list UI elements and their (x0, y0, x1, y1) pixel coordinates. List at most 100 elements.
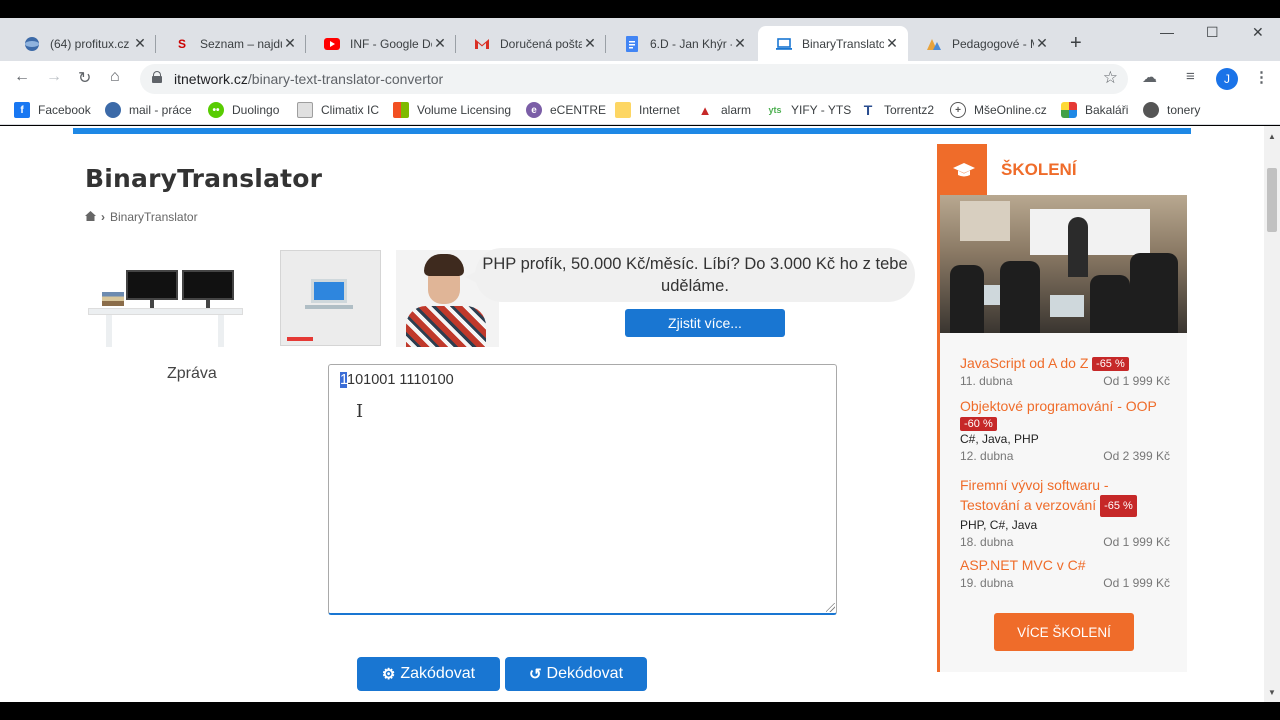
scroll-up-icon[interactable]: ▲ (1268, 132, 1276, 141)
new-tab-icon[interactable]: + (1070, 32, 1082, 55)
discount-badge: -65 % (1100, 495, 1137, 517)
course-name[interactable]: ASP.NET MVC v C# (960, 555, 1170, 575)
bookmark-internet[interactable]: Internet (615, 102, 680, 118)
back-arrow-icon[interactable]: ← (14, 68, 30, 86)
course-item[interactable]: Objektové programování - OOP -60 % C#, J… (960, 396, 1170, 465)
learn-more-button[interactable]: Zjistit více... (625, 309, 785, 337)
close-icon[interactable]: ✕ (132, 35, 148, 52)
bookmark-ecentre[interactable]: e eCENTRE (526, 102, 606, 118)
maximize-icon[interactable]: ☐ (1206, 24, 1219, 41)
address-bar[interactable]: itnetwork.cz/binary-text-translator-conv… (140, 64, 1128, 94)
bookmark-facebook[interactable]: f Facebook (14, 102, 91, 118)
media-queue-icon[interactable]: ≡ (1186, 68, 1195, 85)
close-icon[interactable]: ✕ (582, 35, 598, 52)
tab-google-docs-inf[interactable]: INF - Google Do ✕ (306, 26, 456, 61)
home-icon[interactable] (85, 210, 96, 224)
window-close-icon[interactable]: ✕ (1252, 24, 1264, 41)
tab-pedagogove[interactable]: Pedagogové - M ✕ (908, 26, 1058, 61)
seznam-icon: S (177, 36, 186, 51)
bookmark-label: Climatix IC (321, 103, 380, 117)
bookmark-label: eCENTRE (550, 103, 607, 117)
page-title: BinaryTranslator (85, 164, 323, 193)
close-icon[interactable]: ✕ (732, 35, 748, 52)
reload-icon[interactable]: ↻ (78, 68, 91, 88)
bookmark-alarm[interactable]: ▲ alarm (697, 102, 751, 118)
tab-profitux[interactable]: (64) profitux.cz \ ✕ (6, 26, 156, 61)
course-item[interactable]: Firemní vývoj softwaru - Testování a ver… (960, 475, 1170, 551)
textarea-content[interactable]: 1101001 1110100 (340, 372, 454, 388)
discount-badge: -65 % (1092, 357, 1129, 371)
bookmark-label: alarm (721, 103, 752, 117)
scrollbar-thumb[interactable] (1267, 168, 1277, 232)
bookmark-label: Torrentz2 (884, 103, 935, 117)
bookmark-volume-licensing[interactable]: Volume Licensing (393, 102, 511, 118)
close-icon[interactable]: ✕ (432, 35, 448, 52)
bookmark-label: Internet (639, 103, 680, 117)
course-list: JavaScript od A do Z -65 % 11. dubna Od 1… (940, 333, 1187, 672)
forward-arrow-icon[interactable]: → (46, 68, 62, 86)
tab-title: INF - Google Do (350, 36, 432, 51)
profile-avatar[interactable]: J (1216, 68, 1238, 90)
cross-icon: + (950, 102, 966, 118)
sidebar-title: ŠKOLENÍ (1001, 160, 1077, 179)
people-icon (926, 36, 942, 52)
message-textarea[interactable]: 1101001 1110100 I (328, 364, 837, 615)
sidebar-header: ŠKOLENÍ (940, 144, 1187, 195)
facebook-icon: f (14, 102, 30, 118)
close-icon[interactable]: ✕ (282, 35, 298, 52)
bookmark-mail-prace[interactable]: mail - práce (105, 102, 192, 118)
undo-icon: ↺ (528, 666, 542, 683)
folder-icon (615, 102, 631, 118)
encode-label: Zakódovat (400, 665, 476, 682)
bookmark-climatix[interactable]: Climatix IC (297, 102, 379, 118)
star-icon[interactable]: ☆ (1103, 68, 1118, 88)
discount-badge: -60 % (960, 417, 997, 431)
encode-button[interactable]: ⚙ Zakódovat (357, 657, 500, 691)
message-label: Zpráva (167, 365, 217, 382)
bookmark-mseonline[interactable]: + MšeOnline.cz (950, 102, 1047, 118)
screen-bottom-border (0, 702, 1280, 720)
bookmark-duolingo[interactable]: •• Duolingo (208, 102, 279, 118)
tab-google-docs-6d[interactable]: 6.D - Jan Khýr - ✕ (606, 26, 756, 61)
extension-cloud-icon[interactable]: ☁ (1142, 68, 1157, 86)
yts-icon: yts (768, 105, 782, 115)
course-item[interactable]: JavaScript od A do Z -65 % 11. dubna Od 1… (960, 353, 1170, 390)
bookmark-tonery[interactable]: tonery (1143, 102, 1200, 118)
course-name[interactable]: Objektové programování - OOP (960, 396, 1170, 416)
promo-speech-bubble: PHP profík, 50.000 Kč/měsíc. Líbí? Do 3.… (465, 248, 915, 302)
url-host: itnetwork.cz (174, 71, 248, 87)
menu-kebab-icon[interactable]: ⋮ (1254, 68, 1269, 86)
decode-button[interactable]: ↺ Dekódovat (505, 657, 647, 691)
page-scrollbar[interactable]: ▲ ▼ (1264, 126, 1280, 702)
course-price: Od 1 999 Kč (1103, 535, 1170, 549)
course-item[interactable]: ASP.NET MVC v C# 19. dubna Od 1 999 Kč (960, 555, 1170, 592)
close-icon[interactable]: ✕ (1034, 35, 1050, 52)
duolingo-icon: •• (208, 102, 224, 118)
tab-gmail[interactable]: Doručená pošta ✕ (456, 26, 606, 61)
bookmark-label: Facebook (38, 103, 91, 117)
bookmark-yify[interactable]: yts YIFY - YTS (767, 102, 851, 118)
minimize-icon[interactable]: — (1160, 24, 1174, 40)
globe-icon (105, 102, 121, 118)
ecentre-icon: e (526, 102, 542, 118)
tab-seznam[interactable]: S Seznam – najdu ✕ (156, 26, 306, 61)
bookmark-bakalari[interactable]: Bakaláři (1061, 102, 1128, 118)
resize-grip-icon[interactable] (826, 603, 835, 612)
breadcrumb-current: BinaryTranslator (110, 210, 198, 224)
url-text[interactable]: itnetwork.cz/binary-text-translator-conv… (174, 71, 443, 87)
bookmark-torrentz2[interactable]: T Torrentz2 (860, 102, 934, 118)
youtube-icon (324, 36, 340, 52)
bookmark-label: tonery (1167, 103, 1201, 117)
bookmark-label: Duolingo (232, 103, 280, 117)
scroll-down-icon[interactable]: ▼ (1268, 688, 1276, 697)
page-viewport: BinaryTranslator › BinaryTranslator PHP … (0, 126, 1264, 702)
course-name[interactable]: Firemní vývoj softwaru - Testování a ver… (960, 477, 1109, 513)
header-accent-bar (73, 128, 1191, 134)
course-name[interactable]: JavaScript od A do Z (960, 355, 1088, 371)
tab-title: Doručená pošta (500, 36, 582, 51)
tab-binarytranslator[interactable]: BinaryTranslator ✕ (758, 26, 908, 61)
home-icon[interactable]: ⌂ (110, 68, 120, 86)
more-trainings-button[interactable]: VÍCE ŠKOLENÍ (994, 613, 1134, 651)
close-icon[interactable]: ✕ (884, 35, 900, 52)
microsoft-icon (393, 102, 409, 118)
